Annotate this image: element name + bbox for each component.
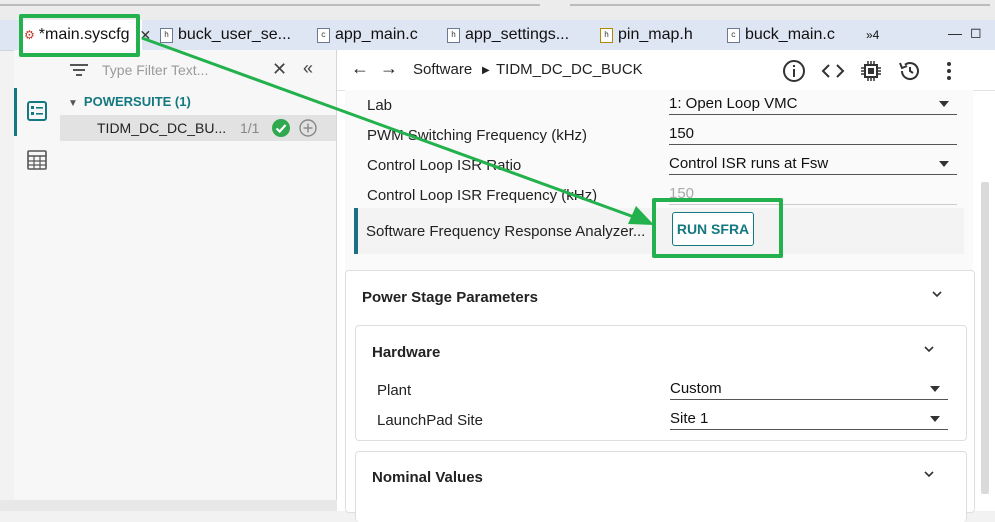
navigator-panel: Type Filter Text... ✕ « ▼ POWERSUITE (1) … — [60, 50, 337, 500]
tab-buck-user-settings[interactable]: h buck_user_se... — [160, 20, 291, 50]
select-value: 1: Open Loop VMC — [669, 95, 798, 112]
top-strip — [0, 0, 995, 20]
tab-label: buck_user_se... — [178, 26, 291, 43]
h-file-icon: h — [160, 27, 173, 43]
activity-sidebar — [14, 50, 61, 500]
top-strip-segment — [570, 4, 990, 6]
hardware-title: Hardware — [372, 344, 441, 361]
lab-select[interactable]: 1: Open Loop VMC — [669, 95, 957, 115]
more-vert-icon[interactable] — [937, 59, 961, 83]
code-view-icon[interactable] — [821, 59, 845, 83]
select-value: Site 1 — [670, 410, 709, 427]
filter-input[interactable]: Type Filter Text... — [102, 62, 208, 78]
config-label: Lab — [367, 97, 393, 114]
power-stage-card: Power Stage Parameters Hardware Plant Cu… — [345, 270, 975, 522]
config-main-panel: ← → Software ▶ TIDM_DC_DC_BUCK Lab 1: Op… — [337, 50, 995, 522]
select-value: Control ISR runs at Fsw — [669, 155, 829, 172]
calculator-icon[interactable] — [26, 149, 48, 171]
config-label: PWM Switching Frequency (kHz) — [367, 127, 588, 144]
info-icon[interactable] — [782, 59, 806, 83]
highlight-box-tab — [19, 14, 140, 57]
plant-select[interactable]: Custom — [670, 380, 948, 400]
chip-icon[interactable] — [859, 59, 883, 83]
editor-tab-bar: ⚙ *main.syscfg ✕ h buck_user_se... c app… — [0, 20, 995, 51]
tree-group-powersuite[interactable]: ▼ POWERSUITE (1) — [68, 94, 191, 109]
tree-group-label: POWERSUITE (1) — [83, 94, 191, 109]
config-row-lab: Lab 1: Open Loop VMC — [345, 90, 973, 120]
tab-label: app_settings... — [465, 26, 570, 43]
top-strip-segment — [0, 4, 540, 6]
tab-buck-main[interactable]: c buck_main.c — [727, 20, 835, 50]
tab-label: app_main.c — [335, 26, 418, 43]
highlight-box-run-sfra — [652, 198, 783, 258]
history-icon[interactable] — [898, 59, 922, 83]
h-file-icon: h — [600, 27, 613, 43]
tab-label: buck_main.c — [745, 26, 835, 43]
config-label: Control Loop ISR Ratio — [367, 157, 522, 174]
add-circle-icon[interactable] — [299, 119, 317, 137]
filter-icon[interactable] — [70, 63, 88, 77]
tree-item-count: 1/1 — [240, 120, 260, 136]
field-label: Plant — [377, 382, 412, 399]
config-label: Control Loop ISR Frequency (kHz) — [367, 187, 598, 204]
pwm-frequency-input[interactable]: 150 — [669, 125, 957, 145]
c-file-icon: c — [727, 27, 740, 43]
c-file-icon: c — [317, 27, 330, 43]
back-arrow-icon[interactable]: ← — [351, 58, 369, 79]
tab-pin-map[interactable]: h pin_map.h — [600, 20, 693, 50]
chevron-down-icon[interactable] — [924, 469, 934, 479]
collapse-panel-icon[interactable]: « — [303, 58, 313, 79]
breadcrumb-separator-icon: ▶ — [482, 65, 490, 76]
hardware-card: Hardware Plant Custom LaunchPad Site Sit… — [355, 325, 967, 441]
breadcrumb-software[interactable]: Software — [413, 61, 472, 78]
chevron-down-icon[interactable] — [932, 289, 942, 299]
tab-app-main[interactable]: c app_main.c — [317, 20, 418, 50]
config-section: Lab 1: Open Loop VMC PWM Switching Frequ… — [345, 90, 973, 300]
forward-arrow-icon[interactable]: → — [380, 58, 398, 79]
minimize-icon[interactable]: — — [948, 25, 962, 41]
list-view-icon[interactable] — [26, 100, 48, 122]
plant-field: Plant Custom — [377, 376, 957, 406]
dropdown-arrow-icon — [939, 101, 949, 107]
launchpad-site-select[interactable]: Site 1 — [670, 410, 948, 430]
sfra-row-marker — [354, 208, 358, 254]
tab-label: pin_map.h — [618, 26, 693, 43]
dropdown-arrow-icon — [930, 386, 940, 392]
dropdown-arrow-icon — [939, 161, 949, 167]
nominal-values-card: Nominal Values — [355, 451, 967, 522]
field-label: LaunchPad Site — [377, 412, 483, 429]
vertical-scrollbar[interactable] — [981, 182, 989, 494]
check-circle-icon — [272, 119, 290, 137]
bottom-strip — [0, 500, 337, 511]
chevron-down-icon[interactable] — [924, 344, 934, 354]
dropdown-arrow-icon — [930, 416, 940, 422]
maximize-icon[interactable]: ◻ — [970, 24, 982, 41]
selected-indicator — [14, 88, 17, 136]
breadcrumb: ← → Software ▶ TIDM_DC_DC_BUCK — [337, 50, 995, 91]
power-stage-title: Power Stage Parameters — [362, 289, 538, 306]
isr-ratio-select[interactable]: Control ISR runs at Fsw — [669, 155, 957, 175]
select-value: Custom — [670, 380, 722, 397]
config-row-isr-ratio: Control Loop ISR Ratio Control ISR runs … — [345, 150, 973, 180]
h-file-icon: h — [447, 27, 460, 43]
tree-item-tidm-dc-dc-buck[interactable]: TIDM_DC_DC_BU... 1/1 — [60, 115, 336, 141]
clear-filter-icon[interactable]: ✕ — [272, 59, 287, 80]
tree-item-label: TIDM_DC_DC_BU... — [97, 120, 227, 136]
launchpad-site-field: LaunchPad Site Site 1 — [377, 406, 957, 436]
tab-overflow-label: »4 — [866, 28, 880, 42]
config-row-pwm-frequency: PWM Switching Frequency (kHz) 150 — [345, 120, 973, 150]
sfra-label: Software Frequency Response Analyzer... — [366, 223, 646, 240]
tab-app-settings[interactable]: h app_settings... — [447, 20, 569, 50]
nominal-values-title: Nominal Values — [372, 469, 483, 486]
close-icon[interactable]: ✕ — [139, 27, 151, 44]
breadcrumb-current: TIDM_DC_DC_BUCK — [496, 61, 643, 78]
chevron-down-icon: ▼ — [68, 98, 78, 109]
tab-overflow-button[interactable]: »4 — [866, 20, 879, 50]
